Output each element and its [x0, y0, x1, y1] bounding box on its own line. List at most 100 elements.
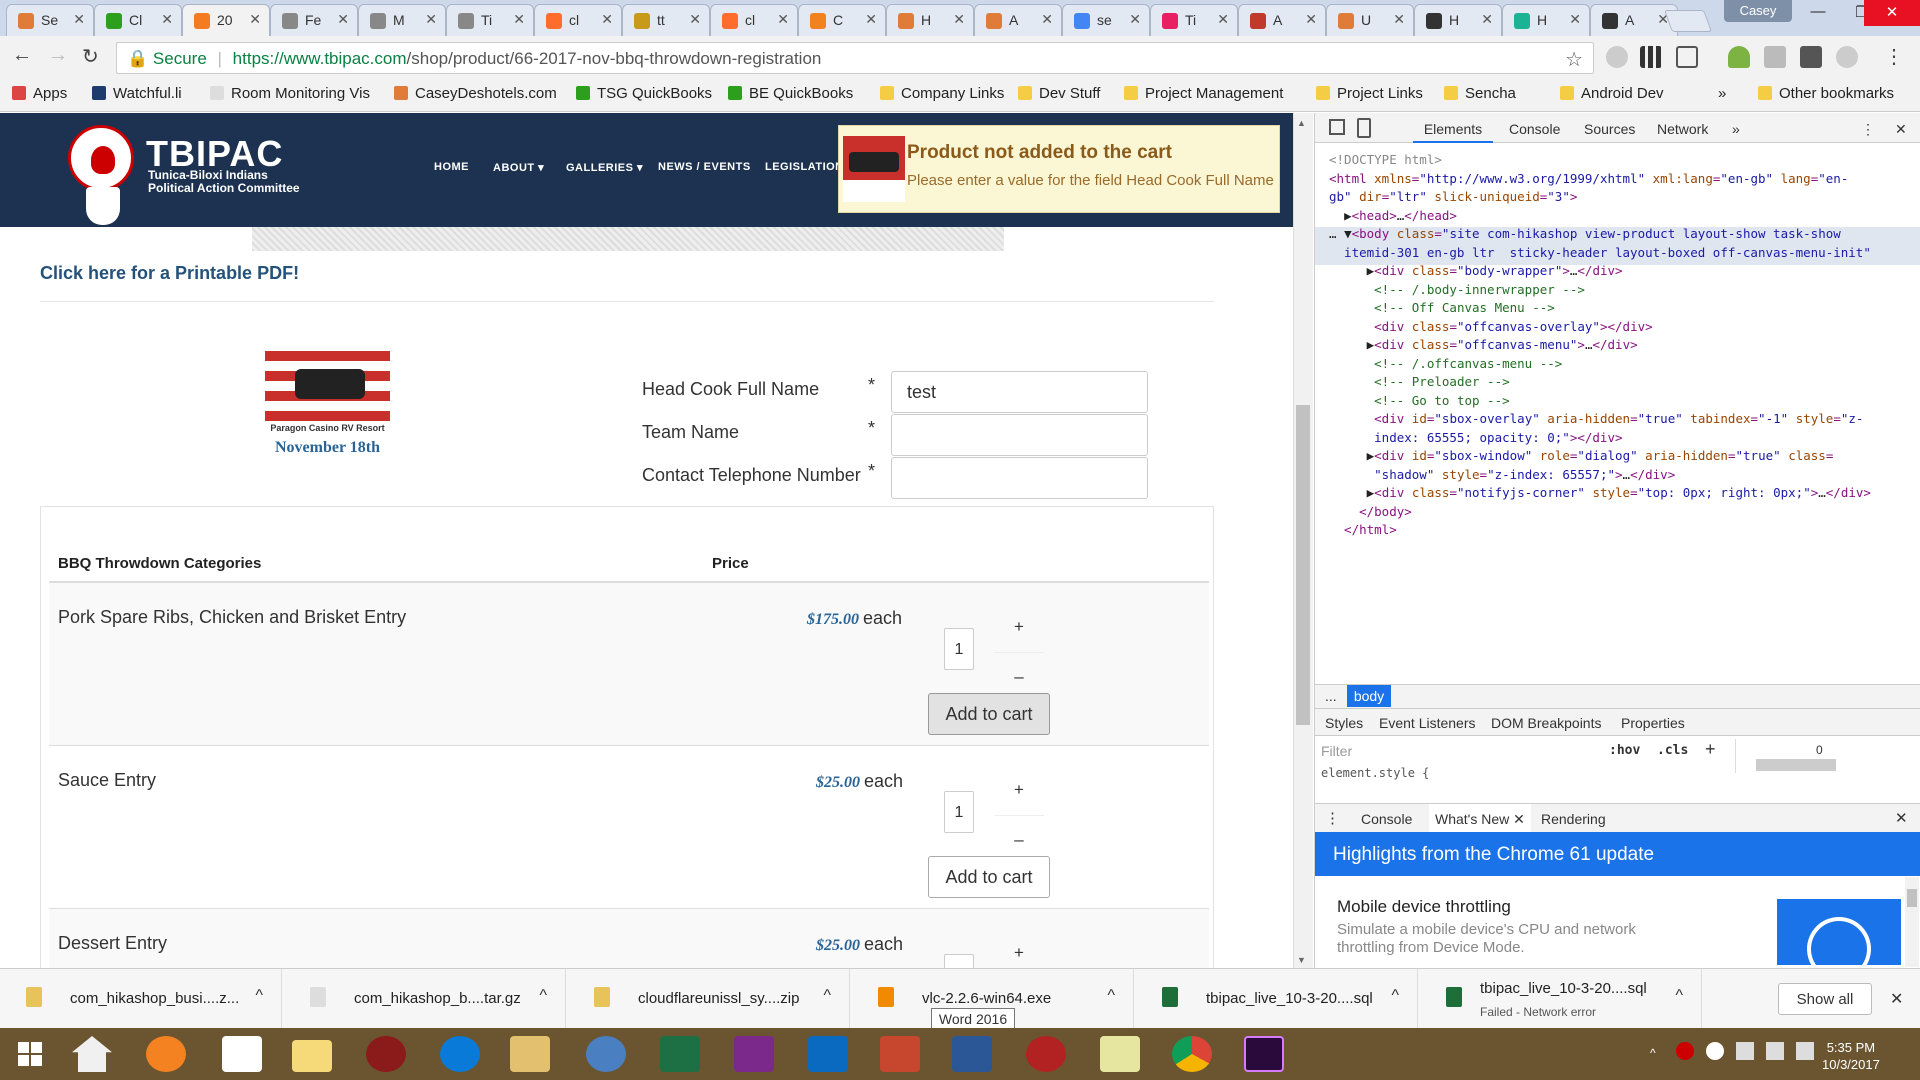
close-tab-icon[interactable]: ✕	[1513, 811, 1525, 827]
browser-tab[interactable]: H ✕	[1414, 4, 1502, 36]
drawer-tab-rendering[interactable]: Rendering	[1541, 811, 1606, 827]
close-tab-icon[interactable]: ✕	[1129, 11, 1141, 28]
app-icon-running[interactable]	[510, 1036, 550, 1072]
browser-tab[interactable]: C ✕	[798, 4, 886, 36]
show-all-downloads-button[interactable]: Show all	[1778, 983, 1872, 1015]
bookmark-star-icon[interactable]: ☆	[1565, 47, 1583, 72]
app-icon-shield[interactable]	[1026, 1036, 1066, 1072]
nav-legislation[interactable]: LEGISLATION	[765, 161, 844, 173]
home-icon[interactable]	[72, 1036, 112, 1072]
drawer-scroll-thumb[interactable]	[1907, 889, 1917, 907]
tab-styles[interactable]: Styles	[1325, 715, 1363, 731]
close-tab-icon[interactable]: ✕	[1041, 11, 1053, 28]
bookmark-item[interactable]: Company Links	[880, 85, 1004, 102]
download-menu-caret-icon[interactable]: ^	[1391, 987, 1399, 1005]
tab-event-listeners[interactable]: Event Listeners	[1379, 715, 1476, 731]
tray-network-icon[interactable]	[1766, 1042, 1784, 1060]
menu-kebab-icon[interactable]: ⋮	[1884, 44, 1904, 69]
browser-tab[interactable]: Cl ✕	[94, 4, 182, 36]
browser-tab[interactable]: M ✕	[358, 4, 446, 36]
download-item[interactable]: cloudflareunissl_sy....zip ^	[568, 969, 850, 1029]
new-tab-button[interactable]	[1663, 10, 1713, 32]
tab-elements[interactable]: Elements	[1413, 121, 1493, 137]
more-tabs-button[interactable]: »	[1732, 121, 1740, 137]
add-style-rule-icon[interactable]: +	[1705, 739, 1716, 760]
tray-icon-1[interactable]	[1676, 1042, 1694, 1060]
close-window-button[interactable]: ✕	[1864, 0, 1920, 26]
browser-tab[interactable]: A ✕	[1238, 4, 1326, 36]
qty-minus-button[interactable]: –	[1009, 830, 1029, 850]
office-app-icon[interactable]	[222, 1036, 262, 1072]
extension-icon-3[interactable]	[1800, 46, 1822, 68]
browser-tab[interactable]: A ✕	[974, 4, 1062, 36]
bookmark-item[interactable]: Project Links	[1316, 85, 1423, 102]
tab-network[interactable]: Network	[1657, 121, 1708, 137]
site-logo[interactable]	[68, 125, 134, 191]
printable-pdf-link[interactable]: Click here for a Printable PDF!	[40, 263, 299, 284]
scroll-up-arrow[interactable]: ▲	[1297, 118, 1306, 128]
add-to-cart-button[interactable]: Add to cart	[928, 693, 1050, 735]
close-tab-icon[interactable]: ✕	[1393, 11, 1405, 28]
apps-extension-icon[interactable]	[1640, 46, 1662, 68]
browser-tab[interactable]: A ✕	[1590, 4, 1678, 36]
android-icon[interactable]	[1728, 46, 1750, 68]
box-scroll-thumb[interactable]	[1756, 759, 1836, 771]
browser-tab[interactable]: cl ✕	[534, 4, 622, 36]
bookmark-item[interactable]: Android Dev	[1560, 85, 1664, 102]
close-tab-icon[interactable]: ✕	[1217, 11, 1229, 28]
browser-tab[interactable]: H ✕	[886, 4, 974, 36]
nav-galleries[interactable]: GALLERIES ▾	[566, 161, 643, 174]
bookmarks-overflow-button[interactable]: »	[1718, 85, 1726, 102]
bookmark-item[interactable]: BE QuickBooks	[728, 85, 853, 102]
excel-icon[interactable]	[660, 1036, 700, 1072]
bookmark-item[interactable]: Apps	[12, 85, 67, 102]
tab-dom-breakpoints[interactable]: DOM Breakpoints	[1491, 715, 1601, 731]
bookmark-item[interactable]: Dev Stuff	[1018, 85, 1100, 102]
drawer-tab-whats-new[interactable]: What's New ✕	[1429, 804, 1531, 832]
cls-toggle[interactable]: .cls	[1657, 743, 1688, 758]
scroll-down-arrow[interactable]: ▼	[1297, 955, 1306, 965]
bookmark-item[interactable]: TSG QuickBooks	[576, 85, 712, 102]
close-tab-icon[interactable]: ✕	[777, 11, 789, 28]
browser-tab[interactable]: 20 ✕	[182, 4, 270, 37]
start-button[interactable]	[10, 1036, 50, 1072]
dom-tree[interactable]: <!DOCTYPE html> <html xmlns="http://www.…	[1329, 151, 1871, 540]
close-tab-icon[interactable]: ✕	[601, 11, 613, 28]
nav-news-events[interactable]: NEWS / EVENTS	[658, 161, 751, 173]
file-explorer-icon[interactable]	[292, 1040, 332, 1072]
tab-console[interactable]: Console	[1509, 121, 1560, 137]
close-tab-icon[interactable]: ✕	[73, 11, 85, 28]
devtools-menu-icon[interactable]: ⋮	[1861, 121, 1875, 138]
team-name-input[interactable]	[891, 414, 1148, 456]
onenote-icon[interactable]	[734, 1036, 774, 1072]
bookmark-item[interactable]: Watchful.li	[92, 85, 182, 102]
powerpoint-icon[interactable]	[880, 1036, 920, 1072]
tab-properties[interactable]: Properties	[1621, 715, 1685, 731]
outlook-icon[interactable]	[808, 1036, 848, 1072]
drawer-tab-console[interactable]: Console	[1361, 811, 1412, 827]
browser-tab[interactable]: cl ✕	[710, 4, 798, 36]
close-tab-icon[interactable]: ✕	[953, 11, 965, 28]
browser-tab[interactable]: tt ✕	[622, 4, 710, 36]
close-tab-icon[interactable]: ✕	[689, 11, 701, 28]
quantity-input[interactable]: 1	[944, 628, 974, 670]
styles-filter-input[interactable]: Filter	[1321, 743, 1352, 759]
minimize-button[interactable]: —	[1796, 0, 1840, 26]
taskbar-clock[interactable]: 5:35 PM 10/3/2017	[1822, 1039, 1880, 1073]
download-menu-caret-icon[interactable]: ^	[1675, 987, 1683, 1005]
close-tab-icon[interactable]: ✕	[337, 11, 349, 28]
qty-plus-button[interactable]: +	[1009, 617, 1029, 637]
nav-about[interactable]: ABOUT ▾	[493, 161, 544, 174]
reload-icon[interactable]: ↻	[82, 44, 99, 69]
forward-icon[interactable]: →	[48, 44, 68, 67]
close-tab-icon[interactable]: ✕	[865, 11, 877, 28]
device-toolbar-icon[interactable]	[1357, 118, 1371, 138]
tray-cloud-icon[interactable]	[1706, 1042, 1724, 1060]
download-item[interactable]: tbipac_live_10-3-20....sql ^	[1136, 969, 1418, 1029]
add-to-cart-button[interactable]: Add to cart	[928, 856, 1050, 898]
telephone-input[interactable]	[891, 457, 1148, 499]
browser-tab[interactable]: Fe ✕	[270, 4, 358, 36]
thunderbird-icon[interactable]	[586, 1036, 626, 1072]
bookmark-item[interactable]: Project Management	[1124, 85, 1283, 102]
sticky-notes-icon[interactable]	[1100, 1036, 1140, 1072]
